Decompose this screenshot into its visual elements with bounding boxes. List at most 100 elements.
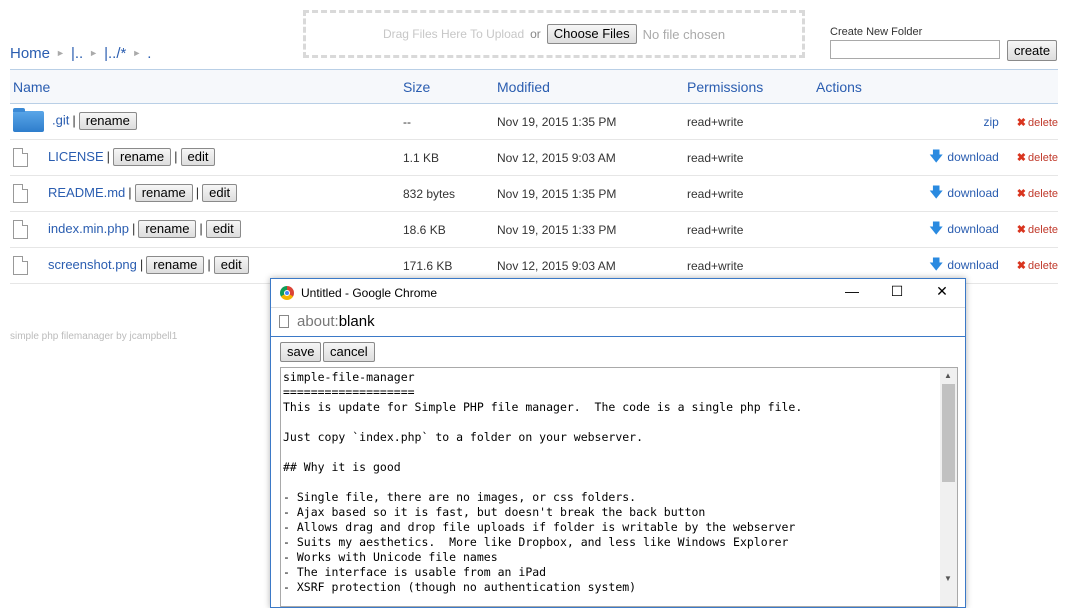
modified-cell: Nov 12, 2015 9:03 AM [494,139,684,176]
name-cell: index.min.php | rename | edit [10,211,400,248]
scroll-up-icon[interactable]: ▲ [944,371,952,380]
red-x-icon: ✖ [1016,151,1027,164]
no-file-chosen-text: No file chosen [642,26,726,42]
cancel-button[interactable]: cancel [323,342,375,362]
rename-button[interactable]: rename [146,255,205,274]
choose-files-button[interactable]: Choose Files [546,24,637,44]
download-link[interactable]: 🡇 download [929,183,999,200]
permissions-cell: read+write [684,139,813,176]
pipe-separator: | [195,184,200,200]
address-scheme: about: [297,313,339,330]
download-label: download [947,221,999,236]
save-button[interactable]: save [280,342,322,362]
close-icon[interactable]: ✕ [927,283,957,300]
breadcrumb-up-all[interactable]: |../* [104,45,126,62]
chrome-popup-window: Untitled - Google Chrome — ☐ ✕ about:bla… [270,278,966,608]
size-cell: 1.1 KB [400,139,494,176]
window-titlebar[interactable]: Untitled - Google Chrome — ☐ ✕ [271,279,965,307]
delete-label: delete [1028,116,1058,129]
breadcrumb-current: . [147,45,152,62]
actions-cell: 🡇 download ✖ delete [813,211,1058,248]
edit-button[interactable]: edit [205,219,241,238]
red-x-icon: ✖ [1016,187,1027,200]
size-cell: 18.6 KB [400,211,494,248]
folder-name-input[interactable] [830,40,1000,59]
zip-link[interactable]: zip [983,115,998,129]
file-name-link[interactable]: screenshot.png [48,257,137,272]
delete-link[interactable]: ✖ delete [1017,224,1058,236]
header-name[interactable]: Name [10,69,400,104]
address-text[interactable]: about:blank [297,313,375,330]
delete-label: delete [1028,151,1058,164]
size-cell: 832 bytes [400,175,494,212]
table-row: README.md | rename | edit 832 bytes Nov 19, … [10,175,1058,212]
pipe-separator: | [72,112,76,128]
scroll-thumb[interactable] [942,384,955,482]
permissions-cell: read+write [684,103,813,140]
name-cell: LICENSE | rename | edit [10,139,400,176]
table-row: .git | rename -- Nov 19, 2015 1:35 PM read… [10,103,1058,140]
name-cell: README.md | rename | edit [10,175,400,212]
footer-credit: simple php filemanager by jcampbell1 [10,331,178,342]
file-icon [13,220,28,240]
file-name-link[interactable]: index.min.php [48,221,129,236]
edit-button[interactable]: edit [213,255,249,274]
delete-link[interactable]: ✖ delete [1017,152,1058,164]
actions-cell: 🡇 download ✖ delete [813,175,1058,212]
download-arrow-icon: 🡇 [929,255,944,272]
file-editor-textarea[interactable]: simple-file-manager =================== … [280,367,958,607]
create-folder-button[interactable]: create [1007,40,1058,61]
table-row: LICENSE | rename | edit 1.1 KB Nov 12, 2015 … [10,139,1058,176]
red-x-icon: ✖ [1016,259,1027,272]
folder-icon [13,108,44,132]
download-arrow-icon: 🡇 [929,183,944,200]
edit-button[interactable]: edit [202,183,238,202]
breadcrumb-separator-icon: ► [132,48,142,58]
download-link[interactable]: 🡇 download [929,147,999,164]
rename-button[interactable]: rename [134,183,193,202]
delete-link[interactable]: ✖ delete [1017,117,1058,129]
delete-link[interactable]: ✖ delete [1017,260,1058,272]
red-x-icon: ✖ [1016,223,1027,236]
file-icon [13,256,28,276]
modified-cell: Nov 19, 2015 1:35 PM [494,103,684,140]
maximize-icon[interactable]: ☐ [882,283,912,300]
delete-label: delete [1028,259,1058,272]
rename-button[interactable]: rename [138,219,197,238]
pipe-separator: | [131,220,136,236]
breadcrumb-separator-icon: ► [89,48,99,58]
header-size[interactable]: Size [400,69,494,104]
breadcrumb-separator-icon: ► [56,48,65,58]
file-name-link[interactable]: LICENSE [48,149,104,164]
file-icon [13,148,28,168]
name-cell: .git | rename [10,103,400,140]
delete-link[interactable]: ✖ delete [1017,188,1058,200]
delete-label: delete [1028,187,1058,200]
rename-button[interactable]: rename [78,111,137,130]
pipe-separator: | [139,256,144,272]
editor-content[interactable]: simple-file-manager =================== … [283,370,938,595]
editor-scrollbar[interactable]: ▲ ▼ [940,368,957,606]
minimize-icon[interactable]: — [837,283,867,299]
address-bar[interactable]: about:blank [271,307,965,337]
download-link[interactable]: 🡇 download [929,255,999,272]
header-permissions[interactable]: Permissions [684,69,813,104]
download-link[interactable]: 🡇 download [929,220,999,236]
breadcrumb-home[interactable]: Home [10,45,50,62]
size-cell: -- [400,103,494,140]
file-name-link[interactable]: .git [52,113,69,128]
download-arrow-icon: 🡇 [929,147,944,164]
breadcrumb: Home ► |.. ► |../* ►. [10,45,151,62]
table-header-row: Name Size Modified Permissions Actions [10,69,1058,104]
actions-cell: 🡇 download ✖ delete [813,139,1058,176]
scroll-down-icon[interactable]: ▼ [944,574,952,583]
page-icon [279,315,289,328]
upload-dropzone[interactable]: Drag Files Here To Upload or Choose File… [303,10,805,58]
address-path: blank [338,313,375,330]
header-modified[interactable]: Modified [494,69,684,104]
permissions-cell: read+write [684,175,813,212]
edit-button[interactable]: edit [180,147,216,166]
breadcrumb-up[interactable]: |.. [71,45,83,62]
rename-button[interactable]: rename [113,147,172,166]
file-name-link[interactable]: README.md [48,185,125,200]
